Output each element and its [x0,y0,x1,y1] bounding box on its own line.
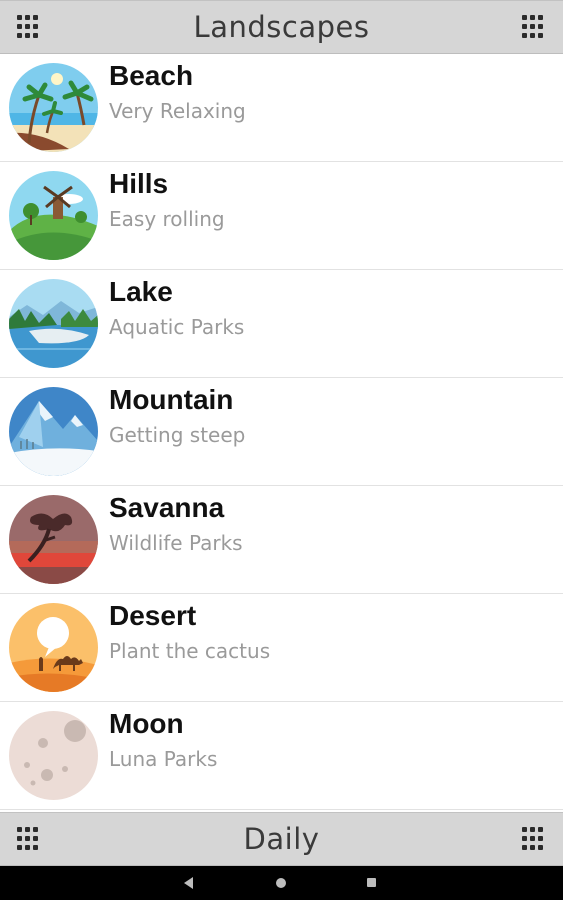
list-item-desert[interactable]: Desert Plant the cactus [0,594,563,702]
recents-square-icon[interactable] [367,878,376,887]
hills-icon [9,171,98,260]
item-subtitle: Getting steep [109,423,246,447]
item-subtitle: Easy rolling [109,207,225,231]
lake-icon [9,279,98,368]
grid-menu-icon[interactable] [522,827,546,851]
beach-icon [9,63,98,152]
list-item-moon[interactable]: Moon Luna Parks [0,702,563,810]
list-item-hills[interactable]: Hills Easy rolling [0,162,563,270]
desert-icon [9,603,98,692]
bottom-bar: Daily [0,812,563,866]
page-title: Landscapes [193,10,370,44]
list-item-beach[interactable]: Beach Very Relaxing [0,54,563,162]
moon-icon [9,711,98,800]
back-triangle-icon[interactable] [184,877,193,889]
item-title: Lake [109,276,173,307]
item-title: Moon [109,708,184,739]
top-app-bar: Landscapes [0,0,563,54]
item-subtitle: Aquatic Parks [109,315,245,339]
list-item-lake[interactable]: Lake Aquatic Parks [0,270,563,378]
item-title: Hills [109,168,169,199]
system-nav-bar [0,866,563,900]
savanna-icon [9,495,98,584]
item-title: Mountain [109,384,234,415]
item-subtitle: Plant the cactus [109,639,271,663]
item-title: Beach [109,60,194,91]
item-subtitle: Wildlife Parks [109,531,243,555]
item-subtitle: Luna Parks [109,747,218,771]
grid-menu-icon[interactable] [522,15,546,39]
item-title: Desert [109,600,197,631]
mountain-icon [9,387,98,476]
home-circle-icon[interactable] [276,878,286,888]
item-title: Savanna [109,492,225,523]
bottom-bar-title: Daily [243,822,320,856]
item-subtitle: Very Relaxing [109,99,246,123]
list-item-savanna[interactable]: Savanna Wildlife Parks [0,486,563,594]
list-item-mountain[interactable]: Mountain Getting steep [0,378,563,486]
landscape-list: Beach Very Relaxing Hills Easy rolling L… [0,54,563,810]
